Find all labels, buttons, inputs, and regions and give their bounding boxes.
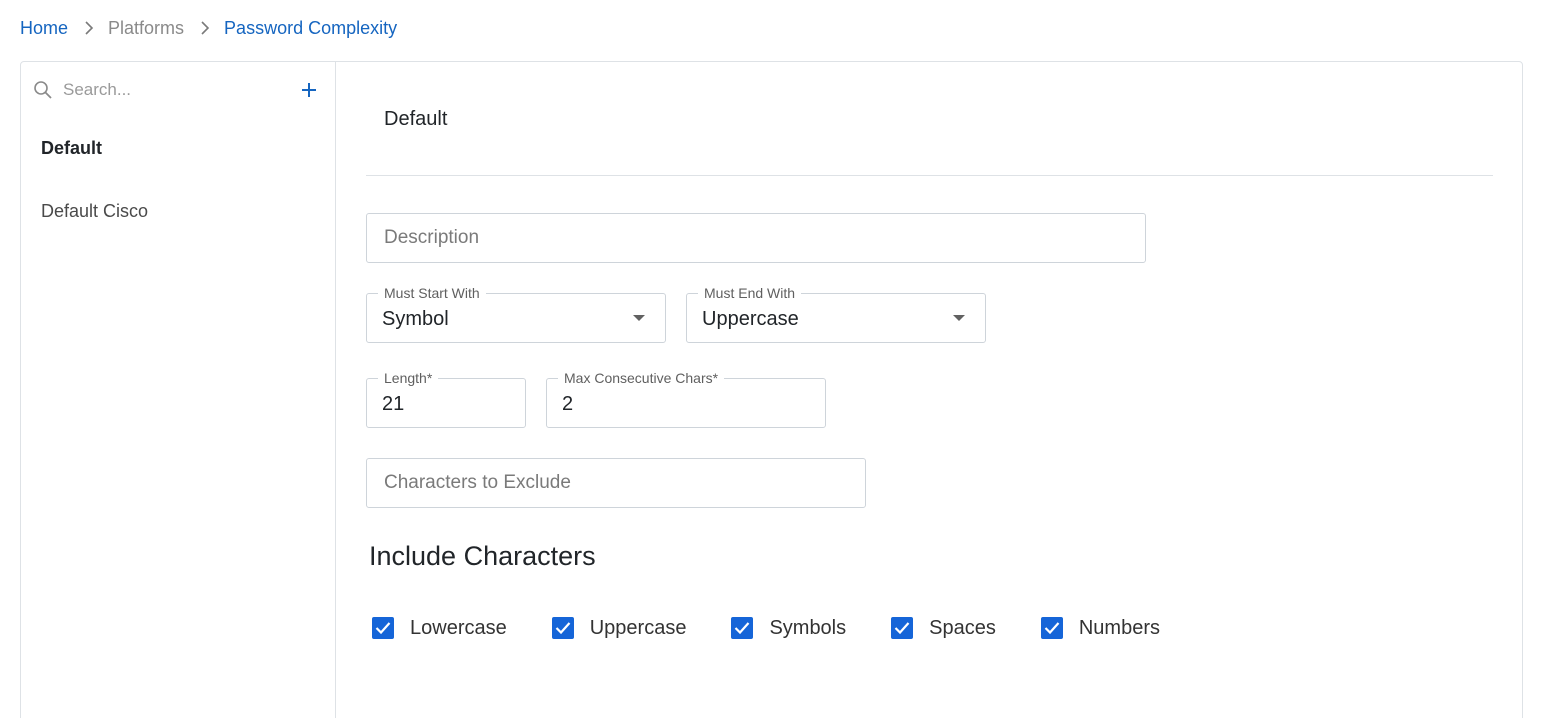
must-end-with-value: Uppercase [702, 308, 799, 330]
search-icon [33, 80, 53, 100]
description-field[interactable]: Description [366, 213, 1146, 263]
exclude-placeholder: Characters to Exclude [384, 472, 571, 493]
checkbox-symbols[interactable]: Symbols [731, 617, 846, 640]
must-end-with-label: Must End With [698, 285, 802, 301]
length-label: Length* [378, 370, 439, 386]
plus-icon[interactable] [297, 78, 321, 102]
description-placeholder: Description [384, 227, 480, 248]
divider [366, 175, 1493, 176]
chevron-right-icon [200, 21, 210, 35]
checkbox-label: Symbols [769, 616, 847, 639]
max-consecutive-value: 2 [562, 393, 574, 415]
breadcrumb-platforms-link[interactable]: Platforms [108, 18, 184, 39]
checkmark-icon[interactable] [731, 617, 754, 639]
search-input[interactable] [63, 80, 283, 100]
main-card: Default Default Cisco Default Descriptio… [20, 61, 1523, 718]
include-checkbox-group: Lowercase Uppercase Symbols Spaces Numbe… [372, 615, 1205, 641]
sidebar-item-default[interactable]: Default [41, 138, 102, 159]
include-characters-heading: Include Characters [369, 541, 596, 571]
length-value: 21 [382, 393, 405, 415]
checkbox-label: Numbers [1078, 616, 1160, 639]
chevron-down-icon [633, 315, 645, 321]
checkbox-numbers[interactable]: Numbers [1040, 616, 1160, 640]
checkbox-spaces[interactable]: Spaces [891, 617, 996, 640]
checkmark-icon[interactable] [551, 617, 574, 639]
checkmark-icon[interactable] [891, 617, 914, 639]
must-start-with-select[interactable]: Must Start With Symbol [366, 285, 666, 343]
checkbox-lowercase[interactable]: Lowercase [372, 617, 507, 640]
checkbox-label: Spaces [929, 616, 996, 639]
breadcrumb: Home Platforms Password Complexity [20, 17, 397, 39]
search-bar [33, 76, 323, 104]
sidebar-item-default-cisco[interactable]: Default Cisco [41, 201, 148, 222]
checkmark-icon[interactable] [1040, 617, 1063, 639]
page-title: Default [384, 108, 448, 130]
must-end-with-select[interactable]: Must End With Uppercase [686, 285, 986, 343]
max-consecutive-field[interactable]: Max Consecutive Chars* 2 [546, 370, 826, 428]
checkmark-icon[interactable] [372, 617, 394, 639]
chevron-down-icon [953, 315, 965, 321]
must-start-with-value: Symbol [382, 308, 449, 330]
checkbox-label: Uppercase [589, 616, 687, 639]
chevron-right-icon [84, 21, 94, 35]
breadcrumb-current[interactable]: Password Complexity [224, 18, 397, 39]
checkbox-label: Lowercase [410, 616, 507, 639]
breadcrumb-home-link[interactable]: Home [20, 18, 68, 39]
must-start-with-label: Must Start With [378, 285, 486, 301]
sidebar: Default Default Cisco [21, 62, 336, 718]
exclude-field[interactable]: Characters to Exclude [366, 458, 866, 508]
max-consecutive-label: Max Consecutive Chars* [558, 370, 725, 386]
checkbox-uppercase[interactable]: Uppercase [551, 616, 687, 640]
length-field[interactable]: Length* 21 [366, 370, 526, 428]
